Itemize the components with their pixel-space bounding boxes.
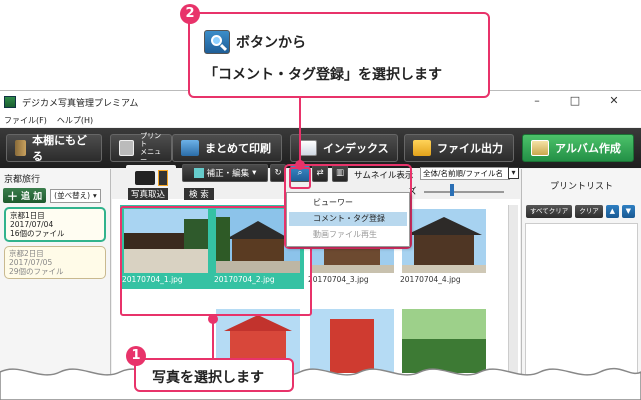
album-group-title: 京都旅行 <box>4 175 41 185</box>
correct-edit-label: 補正・編集 <box>206 169 250 179</box>
album-icon <box>531 140 549 156</box>
clear-button[interactable]: クリア <box>575 205 603 218</box>
album-create-label: アルバム作成 <box>555 142 621 155</box>
red-shrine-photo <box>310 309 394 373</box>
menu-file[interactable]: ファイル(F) <box>4 115 47 126</box>
album-date: 2017/07/05 <box>9 258 53 267</box>
callout-1-leader <box>212 320 214 360</box>
index-icon <box>299 140 317 156</box>
trees-photo <box>402 309 486 373</box>
search-button[interactable]: 検 索 <box>184 188 214 200</box>
file-output-button[interactable]: ファイル出力 <box>404 134 514 162</box>
print-menu-label: プリント メニュー <box>140 132 163 164</box>
photo-filename: 20170704_3.jpg <box>308 275 369 284</box>
instruction-callout-1: 写真を選択します <box>134 358 294 392</box>
size-slider-track[interactable] <box>424 191 504 193</box>
add-album-button[interactable]: ＋ 追 加 <box>3 188 47 203</box>
chevron-down-icon: ▾ <box>252 168 257 178</box>
photo-image <box>310 309 394 373</box>
callout-text-2: 「コメント・タグ登録」を選択します <box>204 67 442 83</box>
print-list-title: プリントリスト <box>549 182 613 192</box>
photo-thumbnail[interactable] <box>306 305 398 389</box>
edit-icon <box>193 168 204 178</box>
sort-label: (並べ替え) <box>54 191 90 200</box>
size-slider-handle[interactable] <box>450 184 454 196</box>
batch-print-label: まとめて印刷 <box>205 142 271 155</box>
callout-text-1: ボタンから <box>236 35 306 51</box>
index-button[interactable]: インデックス <box>290 134 398 162</box>
rotate-icon: ↻ <box>274 168 282 178</box>
photo-thumbnail[interactable] <box>398 305 490 389</box>
step-1-badge: 1 <box>126 346 146 366</box>
photo-scrollbar[interactable] <box>508 205 518 400</box>
correct-edit-button[interactable]: 補正・編集 ▾ <box>182 164 268 182</box>
album-create-button[interactable]: アルバム作成 <box>522 134 634 162</box>
photo-image <box>402 309 486 373</box>
album-name: 京都2日目 <box>9 249 44 258</box>
batch-print-button[interactable]: まとめて印刷 <box>172 134 282 162</box>
thumb-display-select[interactable]: 全体/名前順/ファイル名 <box>420 167 510 180</box>
move-down-button[interactable]: ▼ <box>621 205 635 218</box>
thumb-display-value: 全体/名前順/ファイル名 <box>423 169 504 178</box>
app-logo-icon <box>4 96 16 108</box>
add-label: 追 加 <box>21 192 43 202</box>
magnifier-button-icon <box>204 30 230 54</box>
album-name: 京都1日目 <box>10 211 45 220</box>
photo-import-label[interactable]: 写真取込 <box>128 188 169 200</box>
step-2-badge: 2 <box>180 4 200 24</box>
photo-filename: 20170704_4.jpg <box>400 275 461 284</box>
menu-help[interactable]: ヘルプ(H) <box>57 115 93 126</box>
instruction-callout-2: ボタンから 「コメント・タグ登録」を選択します <box>188 12 490 98</box>
phone-icon <box>157 170 168 186</box>
chevron-down-icon[interactable]: ▾ <box>508 167 519 179</box>
print-menu-line2: メニュー <box>140 148 162 164</box>
callout-2-leader <box>299 98 301 164</box>
folder-icon <box>413 140 431 156</box>
callout-1-dot <box>208 314 218 324</box>
printer-icon <box>119 140 135 156</box>
maximize-button[interactable]: □ <box>561 94 589 107</box>
move-up-button[interactable]: ▲ <box>605 205 619 218</box>
window-title: デジカメ写真管理プレミアム <box>22 98 139 109</box>
temple-hall-photo <box>402 209 486 273</box>
clear-all-button[interactable]: すべてクリア <box>526 205 573 218</box>
batch-print-icon <box>181 140 199 156</box>
viewer-dropdown-menu: ビューワー コメント・タグ登録 動画ファイル再生 <box>286 192 410 247</box>
plus-icon: ＋ <box>7 189 18 203</box>
print-list[interactable] <box>525 223 638 399</box>
callout-2-dot <box>295 160 305 170</box>
album-count: 29個のファイル <box>9 267 64 276</box>
callout-line-1: ボタンから <box>204 30 306 54</box>
album-item[interactable]: 京都2日目 2017/07/05 29個のファイル <box>4 246 106 279</box>
callout-text-1b: 写真を選択します <box>152 370 264 386</box>
close-button[interactable]: ✕ <box>600 94 628 107</box>
viewer-button-highlight <box>289 167 311 189</box>
back-label: 本棚にもどる <box>32 134 87 163</box>
photo-image <box>402 209 486 273</box>
print-list-panel: プリントリスト すべてクリア クリア ▲ ▼ <box>521 169 641 400</box>
album-date: 2017/07/04 <box>10 220 54 229</box>
album-item[interactable]: 京都1日目 2017/07/04 16個のファイル <box>4 207 106 242</box>
main-toolbar: 本棚にもどる プリント メニュー まとめて印刷 インデックス ファイル出力 アルバ… <box>0 128 641 168</box>
sort-select[interactable]: (並べ替え) ▾ <box>50 188 101 203</box>
print-menu-button[interactable]: プリント メニュー <box>110 132 172 164</box>
file-output-label: ファイル出力 <box>437 142 503 155</box>
index-label: インデックス <box>323 142 389 155</box>
menu-item-comment-tag[interactable]: コメント・タグ登録 <box>289 212 407 226</box>
chevron-down-icon: ▾ <box>93 191 97 200</box>
menu-item-viewer[interactable]: ビューワー <box>289 196 407 210</box>
album-panel: 京都旅行 ＋ 追 加 (並べ替え) ▾ 京都1日目 2017/07/04 16個… <box>0 169 111 400</box>
menu-bar: ファイル(F) ヘルプ(H) <box>0 113 641 127</box>
back-to-shelf-button[interactable]: 本棚にもどる <box>6 134 102 163</box>
menu-item-video-play: 動画ファイル再生 <box>313 230 377 239</box>
print-menu-line1: プリント <box>140 132 162 148</box>
album-actions: ＋ 追 加 (並べ替え) ▾ <box>0 188 110 203</box>
bookshelf-icon <box>15 140 27 156</box>
album-count: 16個のファイル <box>10 229 65 238</box>
minimize-button[interactable]: – <box>523 94 551 107</box>
print-list-actions: すべてクリア クリア ▲ ▼ <box>526 205 635 218</box>
camera-icon <box>134 171 155 185</box>
